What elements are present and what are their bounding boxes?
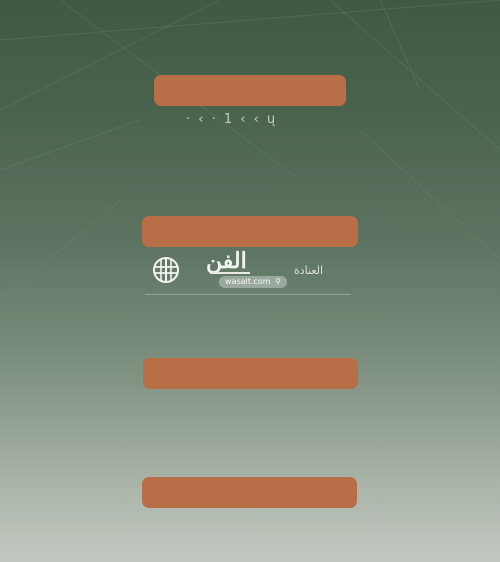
redacted-bar-3 bbox=[143, 358, 358, 389]
brand-right-label: العنادة bbox=[294, 264, 324, 277]
redacted-bar-4 bbox=[142, 477, 357, 508]
caption-text: · ‹ · 1 ‹ ‹ ų bbox=[186, 112, 278, 127]
logo-underline bbox=[210, 272, 250, 274]
location-pin-icon: ⚲ bbox=[275, 277, 281, 286]
redacted-bar-2 bbox=[142, 216, 358, 247]
globe-icon bbox=[153, 257, 179, 283]
divider bbox=[145, 294, 351, 295]
watermark-badge: wasalt.com ⚲ bbox=[219, 276, 287, 288]
brand-logo: الفن bbox=[206, 248, 247, 274]
redacted-bar-1 bbox=[154, 75, 346, 106]
watermark-text: wasalt.com bbox=[225, 277, 271, 286]
